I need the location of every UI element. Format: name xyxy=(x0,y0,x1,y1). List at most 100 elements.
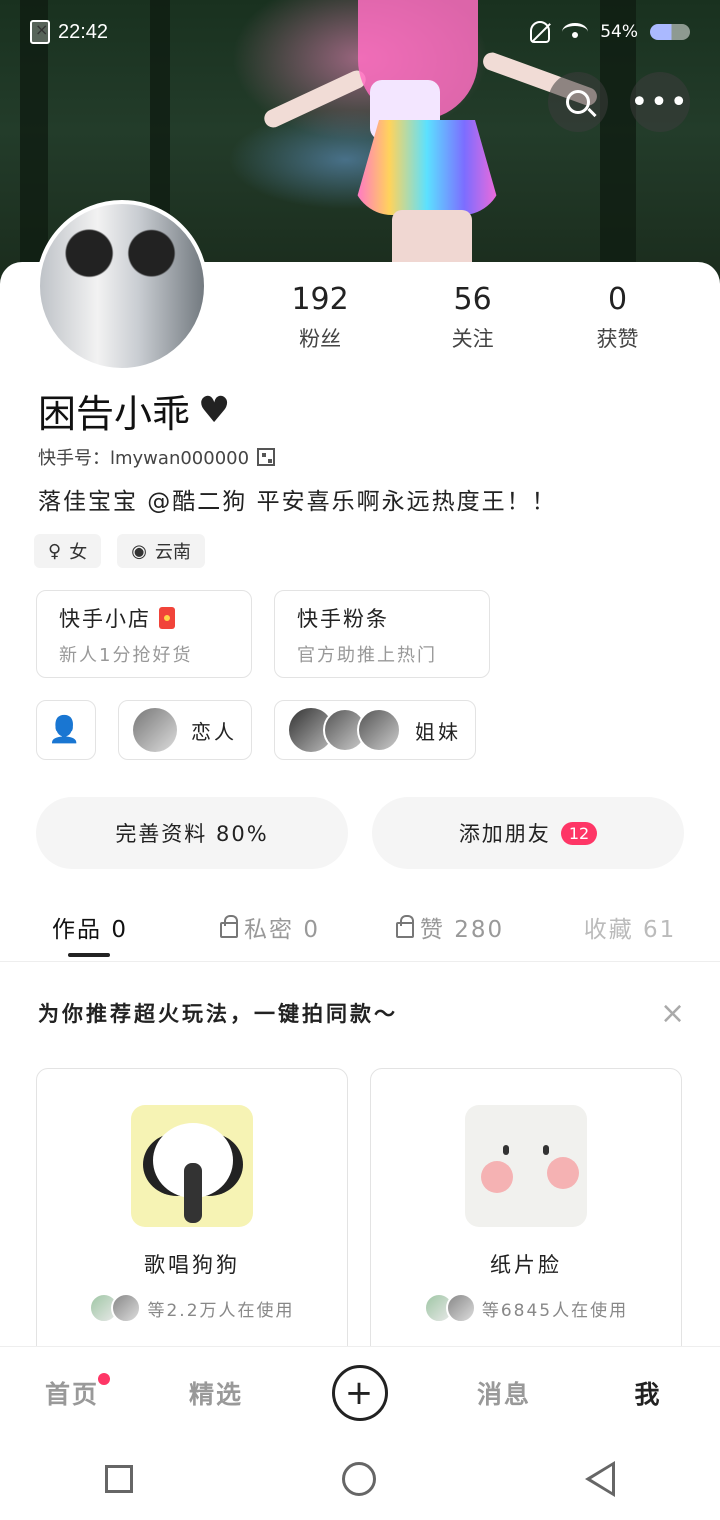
user-avatars xyxy=(423,1293,476,1323)
recommend-title: 歌唱狗狗 xyxy=(144,1253,240,1277)
mute-icon xyxy=(530,21,551,43)
home-icon[interactable] xyxy=(341,1462,376,1496)
likes-label: 获赞 xyxy=(596,327,639,351)
tab-works[interactable]: 作品 0 xyxy=(0,892,180,961)
gender-tag: ♀ 女 xyxy=(34,534,102,568)
tab-works-label: 作品 0 xyxy=(52,916,128,943)
add-person-icon: 👤 xyxy=(48,715,84,745)
recommend-card[interactable]: 歌唱狗狗 等2.2万人在使用 xyxy=(36,1068,348,1368)
nav-featured-label: 精选 xyxy=(188,1379,243,1409)
recommend-title: 纸片脸 xyxy=(490,1253,562,1277)
recommend-card[interactable]: 纸片脸 等6845人在使用 xyxy=(370,1068,682,1368)
location-tag: ◉ 云南 xyxy=(117,534,205,568)
sim-card-icon xyxy=(30,20,50,44)
lover-relation[interactable]: 恋人 xyxy=(118,700,252,760)
lover-label: 恋人 xyxy=(191,719,237,744)
heart-icon: ♥ xyxy=(198,390,231,431)
shop-card-title: 快手小店 xyxy=(59,607,151,631)
service-cards: 快手小店 新人1分抢好货 快手粉条 官方助推上热门 xyxy=(36,590,490,678)
likes-count: 0 xyxy=(607,282,628,317)
red-packet-icon xyxy=(159,607,175,629)
tab-favorites-label: 收藏 61 xyxy=(583,916,677,943)
figure-arm xyxy=(261,67,369,131)
recommend-cards: 歌唱狗狗 等2.2万人在使用 纸片脸 等6845人在使用 xyxy=(36,1068,682,1368)
qrcode-icon[interactable] xyxy=(257,448,276,466)
back-icon[interactable] xyxy=(585,1461,616,1497)
nav-me[interactable]: 我 xyxy=(576,1375,720,1411)
recommend-header: 为你推荐超火玩法，一键拍同款～ xyxy=(38,1002,398,1026)
following-stat[interactable]: 56 关注 xyxy=(452,282,494,353)
recommend-users-text: 等2.2万人在使用 xyxy=(147,1300,295,1321)
plus-icon: + xyxy=(332,1364,388,1421)
add-friends-label: 添加朋友 xyxy=(458,822,551,846)
shop-card[interactable]: 快手小店 新人1分抢好货 xyxy=(36,590,252,678)
bio: 落佳宝宝 @酷二狗 平安喜乐啊永远热度王！！ xyxy=(38,489,557,515)
recommend-users: 等2.2万人在使用 xyxy=(89,1293,294,1323)
recommend-users-text: 等6845人在使用 xyxy=(481,1300,629,1321)
nav-featured[interactable]: 精选 xyxy=(144,1375,288,1411)
paper-face-thumbnail xyxy=(465,1105,587,1227)
tab-private-label: 私密 0 xyxy=(244,916,320,943)
status-bar: 22:42 54% xyxy=(30,14,690,50)
user-avatars xyxy=(89,1293,142,1323)
nickname: 困告小乖 ♥ xyxy=(38,383,230,438)
shop-card-subtitle: 新人1分抢好货 xyxy=(59,645,193,666)
system-nav-bar xyxy=(0,1438,720,1520)
following-count: 56 xyxy=(453,282,492,317)
nav-home[interactable]: 首页 xyxy=(0,1372,144,1411)
action-buttons: 完善资料 80% 添加朋友 12 xyxy=(36,797,684,869)
nav-me-label: 我 xyxy=(634,1379,662,1409)
followers-label: 粉丝 xyxy=(299,327,342,351)
recent-apps-icon[interactable] xyxy=(104,1465,133,1493)
nav-messages-label: 消息 xyxy=(476,1379,531,1409)
nav-messages[interactable]: 消息 xyxy=(432,1375,576,1411)
sister-avatar xyxy=(357,708,401,752)
add-friends-badge: 12 xyxy=(560,821,598,845)
tab-liked[interactable]: 赞 280 xyxy=(360,892,540,961)
followers-stat[interactable]: 192 粉丝 xyxy=(291,282,348,353)
promote-card-title: 快手粉条 xyxy=(297,607,389,631)
lock-icon xyxy=(220,914,239,938)
profile-tags: ♀ 女 ◉ 云南 xyxy=(34,534,205,568)
wifi-icon xyxy=(562,23,589,41)
sisters-label: 姐妹 xyxy=(415,719,461,744)
more-button[interactable]: ••• xyxy=(630,72,690,132)
complete-profile-label: 完善资料 80% xyxy=(115,822,269,846)
nickname-text: 困告小乖 xyxy=(38,392,191,436)
nav-home-label: 首页 xyxy=(44,1379,99,1409)
followers-count: 192 xyxy=(291,282,349,317)
gender-text: 女 xyxy=(69,542,88,563)
sisters-relation[interactable]: 姐妹 xyxy=(274,700,476,760)
following-label: 关注 xyxy=(451,327,494,351)
battery-icon xyxy=(650,24,690,40)
user-id[interactable]: 快手号：lmywan000000 xyxy=(38,444,276,470)
bottom-nav: 首页 精选 + 消息 我 xyxy=(0,1346,720,1438)
more-icon: ••• xyxy=(630,84,690,120)
status-time: 22:42 xyxy=(58,20,109,43)
promote-card-subtitle: 官方助推上热门 xyxy=(297,645,437,666)
promote-card[interactable]: 快手粉条 官方助推上热门 xyxy=(274,590,490,678)
location-pin-icon: ◉ xyxy=(131,540,147,562)
notification-dot xyxy=(98,1372,110,1385)
avatar[interactable] xyxy=(36,200,208,372)
add-relation-button[interactable]: 👤 xyxy=(36,700,96,760)
female-icon: ♀ xyxy=(48,540,62,562)
tab-favorites[interactable]: 收藏 61 xyxy=(540,892,720,961)
singing-dog-thumbnail xyxy=(131,1105,253,1227)
search-icon xyxy=(566,90,590,114)
profile-stats: 192 粉丝 56 关注 0 获赞 xyxy=(240,282,690,353)
location-text: 云南 xyxy=(154,542,191,563)
complete-profile-button[interactable]: 完善资料 80% xyxy=(36,797,348,869)
tab-private[interactable]: 私密 0 xyxy=(180,892,360,961)
lock-icon xyxy=(395,914,414,938)
lover-avatar xyxy=(133,708,177,752)
recommend-users: 等6845人在使用 xyxy=(423,1293,629,1323)
add-friends-button[interactable]: 添加朋友 12 xyxy=(372,797,684,869)
search-button[interactable] xyxy=(548,72,608,132)
close-icon[interactable]: × xyxy=(660,996,685,1031)
nav-create[interactable]: + xyxy=(288,1364,432,1421)
tab-liked-label: 赞 280 xyxy=(419,916,505,943)
battery-percent: 54% xyxy=(600,22,638,42)
likes-stat[interactable]: 0 获赞 xyxy=(597,282,639,353)
content-tabs: 作品 0 私密 0 赞 280 收藏 61 xyxy=(0,892,720,962)
